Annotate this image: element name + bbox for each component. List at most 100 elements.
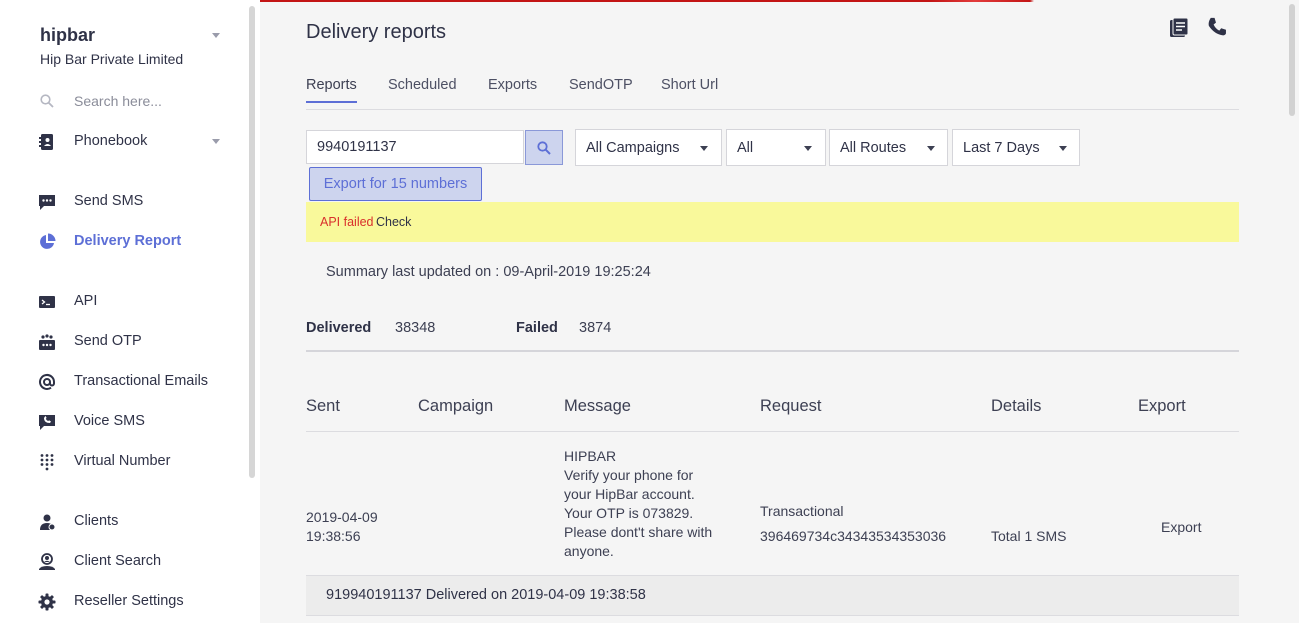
sidebar-item-label: Send SMS — [74, 193, 144, 209]
sidebar-item-transactional-emails[interactable]: Transactional Emails — [38, 370, 238, 394]
sidebar-item-label: Phonebook — [74, 133, 148, 149]
period-select[interactable]: Last 7 Days — [952, 129, 1080, 166]
message-line: Verify your phone for — [564, 467, 694, 483]
delivered-count: 38348 — [395, 320, 436, 336]
api-alert-banner: API failed Check — [306, 202, 1239, 242]
report-tabs: Reports Scheduled Exports SendOTP Short … — [306, 77, 1239, 110]
header-divider — [306, 431, 1239, 432]
voice-sms-icon — [39, 415, 55, 430]
sidebar-item-send-sms[interactable]: Send SMS — [38, 190, 238, 214]
search-icon — [537, 141, 551, 155]
sidebar-item-phonebook[interactable]: Phonebook — [38, 130, 238, 154]
campaigns-select-value: All Campaigns — [586, 140, 680, 156]
sidebar-item-delivery-report[interactable]: Delivery Report — [38, 230, 238, 254]
sidebar-item-reseller-settings[interactable]: Reseller Settings — [38, 590, 238, 614]
sidebar-item-label: Send OTP — [74, 333, 142, 349]
sidebar-item-label: Delivery Report — [74, 233, 182, 249]
message-line: your HipBar account. — [564, 486, 695, 502]
message-line: Please dont't share with — [564, 524, 713, 540]
status-select[interactable]: All — [726, 129, 826, 166]
chevron-down-icon — [1059, 146, 1067, 151]
sidebar-item-label: Voice SMS — [74, 413, 145, 429]
routes-select[interactable]: All Routes — [829, 129, 948, 166]
failed-count: 3874 — [579, 320, 612, 336]
sidebar-item-label: Virtual Number — [74, 453, 171, 469]
at-icon — [39, 373, 56, 390]
failed-label: Failed — [516, 320, 558, 336]
main-scrollbar[interactable] — [1289, 4, 1295, 116]
phone-icon[interactable] — [1207, 16, 1231, 40]
alert-check-link[interactable]: Check — [376, 215, 411, 229]
tab-sendotp[interactable]: SendOTP — [569, 77, 633, 101]
sent-cell: 2019-04-09 19:38:56 — [306, 508, 378, 546]
column-header-request: Request — [760, 397, 822, 415]
request-id: 396469734c34343534353036 — [760, 528, 947, 544]
routes-select-value: All Routes — [840, 140, 907, 156]
account-chevron-down-icon[interactable] — [212, 33, 220, 38]
request-type: Transactional — [760, 503, 844, 519]
message-cell: HIPBAR Verify your phone for your HipBar… — [564, 447, 712, 561]
chevron-down-icon — [927, 146, 935, 151]
status-select-value: All — [737, 140, 754, 156]
gear-icon — [38, 593, 56, 611]
sidebar-item-label: Reseller Settings — [74, 593, 184, 609]
tab-reports[interactable]: Reports — [306, 77, 357, 103]
delivery-detail-text: 919940191137 Delivered on 2019-04-09 19:… — [326, 587, 646, 603]
delivered-label: Delivered — [306, 320, 372, 336]
sidebar-item-label: Clients — [74, 513, 119, 529]
sidebar-item-voice-sms[interactable]: Voice SMS — [38, 410, 238, 434]
brand-name: hipbar — [40, 25, 96, 45]
sidebar-item-label: API — [74, 293, 98, 309]
phonebook-chevron-down-icon[interactable] — [212, 139, 220, 144]
number-search-input[interactable] — [306, 130, 524, 164]
clients-icon — [40, 514, 56, 531]
sidebar-item-send-otp[interactable]: Send OTP — [38, 330, 238, 354]
pie-chart-icon — [40, 233, 56, 249]
tab-exports[interactable]: Exports — [488, 77, 537, 101]
chevron-down-icon — [700, 146, 708, 151]
notes-icon[interactable] — [1167, 16, 1191, 40]
sidebar-item-api[interactable]: API — [38, 290, 238, 314]
column-header-sent: Sent — [306, 397, 340, 415]
row-export-link[interactable]: Export — [1161, 518, 1201, 537]
sidebar-search-input[interactable] — [68, 90, 240, 112]
search-icon — [40, 94, 54, 108]
campaigns-select[interactable]: All Campaigns — [575, 129, 722, 166]
dialpad-icon — [40, 454, 54, 471]
chevron-down-icon — [804, 146, 812, 151]
sidebar-item-virtual-number[interactable]: Virtual Number — [38, 450, 238, 474]
sent-date: 2019-04-09 — [306, 509, 378, 525]
sidebar-item-clients[interactable]: Clients — [38, 510, 238, 534]
otp-icon — [39, 334, 55, 350]
tab-scheduled[interactable]: Scheduled — [388, 77, 457, 101]
export-numbers-button[interactable]: Export for 15 numbers — [309, 167, 482, 201]
client-search-icon — [39, 553, 55, 570]
sidebar-scrollbar[interactable] — [249, 6, 255, 478]
main-content: Delivery reports Reports Scheduled Expor… — [260, 0, 1299, 623]
phonebook-icon — [39, 134, 53, 150]
sidebar-item-label: Client Search — [74, 553, 162, 569]
sidebar-item-client-search[interactable]: Client Search — [38, 550, 238, 574]
column-header-campaign: Campaign — [418, 397, 494, 415]
company-name: Hip Bar Private Limited — [40, 51, 184, 67]
sidebar: hipbar Hip Bar Private Limited Phonebook… — [0, 0, 260, 623]
alert-error-text: API failed — [320, 215, 374, 229]
page-title: Delivery reports — [306, 21, 447, 43]
search-button[interactable] — [525, 130, 563, 165]
tab-short-url[interactable]: Short Url — [661, 77, 718, 101]
stats-divider — [306, 350, 1239, 352]
details-cell: Total 1 SMS — [991, 528, 1067, 544]
sent-time: 19:38:56 — [306, 528, 361, 544]
sms-icon — [39, 195, 55, 210]
delivery-detail-row: 919940191137 Delivered on 2019-04-09 19:… — [306, 575, 1239, 616]
column-header-export: Export — [1138, 397, 1186, 415]
message-line: HIPBAR — [564, 448, 617, 464]
column-header-details: Details — [991, 397, 1042, 415]
terminal-icon — [39, 296, 55, 308]
sidebar-item-label: Transactional Emails — [74, 373, 209, 389]
period-select-value: Last 7 Days — [963, 140, 1040, 156]
request-cell: Transactional 396469734c34343534353036 — [760, 502, 946, 546]
column-header-message: Message — [564, 397, 631, 415]
summary-updated-text: Summary last updated on : 09-April-2019 … — [326, 264, 651, 280]
message-line: Your OTP is 073829. — [564, 505, 694, 521]
